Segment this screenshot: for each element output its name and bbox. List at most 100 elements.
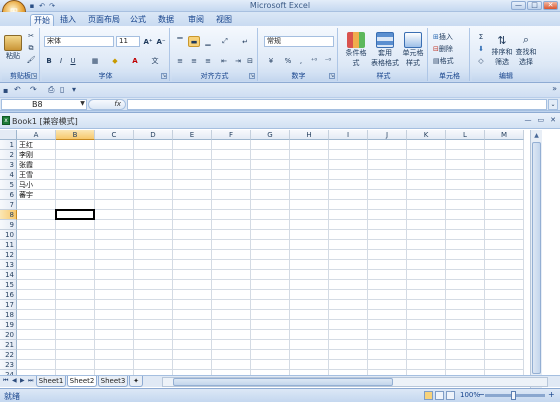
clipboard-launcher-icon[interactable]: ↘	[31, 73, 37, 79]
phonetic-button[interactable]: 文	[148, 55, 162, 66]
row-header-18[interactable]: 18	[0, 310, 17, 320]
column-header-c[interactable]: C	[95, 130, 134, 140]
print-preview-icon[interactable]: ⎙	[48, 85, 54, 95]
align-center-icon[interactable]: ≡	[188, 55, 200, 66]
find-select-button[interactable]: ⌕ 查找和 选择	[514, 30, 538, 70]
row-header-5[interactable]: 5	[0, 180, 17, 190]
fill-icon[interactable]: ⬇	[474, 43, 488, 54]
column-header-g[interactable]: G	[251, 130, 290, 140]
row-header-13[interactable]: 13	[0, 260, 17, 270]
border-icon[interactable]: ▦	[88, 55, 102, 66]
sheet-tab-1[interactable]: Sheet1	[36, 376, 66, 387]
save-toolbar-icon[interactable]: ▪	[3, 86, 8, 95]
redo-icon[interactable]: ↷	[48, 2, 56, 10]
formula-input[interactable]	[127, 99, 547, 110]
cell-styles-button[interactable]: 单元格 样式	[400, 30, 426, 70]
row-header-15[interactable]: 15	[0, 280, 17, 290]
tab-review[interactable]: 审阅	[186, 14, 206, 26]
number-format-select[interactable]: 常规	[264, 36, 334, 47]
tab-view[interactable]: 视图	[214, 14, 234, 26]
customize-toolbar-icon[interactable]: ▾	[72, 85, 76, 94]
select-all-corner[interactable]	[0, 130, 17, 140]
column-header-m[interactable]: M	[485, 130, 524, 140]
column-header-i[interactable]: I	[329, 130, 368, 140]
delete-cells-button[interactable]: ⊟ 删除	[432, 43, 468, 54]
align-right-icon[interactable]: ≡	[202, 55, 214, 66]
page-break-view-icon[interactable]	[446, 391, 455, 400]
insert-cells-button[interactable]: ⊞ 插入	[432, 31, 468, 42]
paste-button[interactable]: 粘贴	[4, 30, 22, 66]
cut-icon[interactable]: ✂	[26, 31, 36, 41]
font-name-select[interactable]: 宋体	[44, 36, 114, 47]
row-header-1[interactable]: 1	[0, 140, 17, 150]
column-header-h[interactable]: H	[290, 130, 329, 140]
number-launcher-icon[interactable]: ↘	[329, 73, 335, 79]
zoom-in-icon[interactable]: +	[548, 390, 555, 399]
conditional-format-button[interactable]: 条件格式	[342, 30, 370, 70]
column-header-b[interactable]: B	[56, 130, 95, 140]
redo-toolbar-icon[interactable]: ↷	[30, 85, 37, 94]
column-header-j[interactable]: J	[368, 130, 407, 140]
insert-function-button[interactable]: fx	[88, 99, 126, 110]
new-file-icon[interactable]: ▯	[60, 85, 64, 94]
insert-sheet-icon[interactable]: ✦	[129, 376, 143, 387]
cell-a2[interactable]: 李刚	[17, 150, 56, 160]
column-header-f[interactable]: F	[212, 130, 251, 140]
row-header-10[interactable]: 10	[0, 230, 17, 240]
row-header-2[interactable]: 2	[0, 150, 17, 160]
close-button[interactable]: ✕	[543, 1, 558, 10]
row-header-23[interactable]: 23	[0, 360, 17, 370]
tab-formulas[interactable]: 公式	[128, 14, 148, 26]
orientation-icon[interactable]: ⤢	[218, 36, 232, 47]
row-header-11[interactable]: 11	[0, 240, 17, 250]
undo-icon[interactable]: ↶	[38, 2, 46, 10]
row-header-9[interactable]: 9	[0, 220, 17, 230]
align-top-icon[interactable]: ▔	[174, 36, 186, 47]
zoom-slider-handle[interactable]	[511, 391, 516, 400]
column-header-l[interactable]: L	[446, 130, 485, 140]
row-header-6[interactable]: 6	[0, 190, 17, 200]
zoom-level[interactable]: 100%	[460, 391, 480, 399]
tab-insert[interactable]: 插入	[58, 14, 78, 26]
currency-icon[interactable]: ¥	[264, 55, 278, 66]
maximize-button[interactable]: □	[527, 1, 542, 10]
row-header-7[interactable]: 7	[0, 200, 17, 210]
normal-view-icon[interactable]	[424, 391, 433, 400]
workbook-close-icon[interactable]: ✕	[550, 116, 556, 124]
copy-icon[interactable]: ⧉	[26, 43, 36, 53]
undo-toolbar-icon[interactable]: ↶	[14, 85, 21, 94]
format-painter-icon[interactable]: 🖌	[26, 55, 36, 65]
row-header-19[interactable]: 19	[0, 320, 17, 330]
grow-font-button[interactable]: A⁺	[142, 36, 154, 47]
name-box-dropdown-icon[interactable]: ▼	[78, 99, 87, 110]
minimize-button[interactable]: —	[511, 1, 526, 10]
percent-button[interactable]: %	[282, 55, 294, 66]
workbook-minimize-icon[interactable]: —	[525, 116, 532, 124]
row-header-4[interactable]: 4	[0, 170, 17, 180]
active-cell-selection[interactable]	[55, 209, 95, 220]
tab-data[interactable]: 数据	[156, 14, 176, 26]
row-header-3[interactable]: 3	[0, 160, 17, 170]
column-header-a[interactable]: A	[17, 130, 56, 140]
row-header-14[interactable]: 14	[0, 270, 17, 280]
sheet-nav-prev-icon[interactable]: ◀	[12, 377, 17, 384]
align-bottom-icon[interactable]: ▁	[202, 36, 214, 47]
fill-color-icon[interactable]: ◆	[108, 55, 122, 66]
zoom-out-icon[interactable]: −	[478, 390, 485, 399]
font-size-select[interactable]: 11	[116, 36, 140, 47]
sheet-tab-3[interactable]: Sheet3	[98, 376, 128, 387]
shrink-font-button[interactable]: A⁻	[155, 36, 167, 47]
increase-decimal-icon[interactable]: ⁺⁰	[308, 55, 320, 66]
workbook-restore-icon[interactable]: ▭	[538, 116, 545, 124]
column-header-d[interactable]: D	[134, 130, 173, 140]
sheet-nav-last-icon[interactable]: ⏭	[28, 377, 33, 385]
autosum-icon[interactable]: Σ	[474, 31, 488, 42]
spreadsheet-grid[interactable]: A B C D E F G H I J K L M 1 2 3 4 5 6 7 8 9 10 11 12 13 14 15 16 17 18…	[0, 130, 530, 388]
sheet-nav-first-icon[interactable]: ⏮	[3, 377, 8, 385]
save-icon[interactable]: ▪	[28, 2, 36, 10]
name-box[interactable]: B8	[1, 99, 87, 110]
row-header-12[interactable]: 12	[0, 250, 17, 260]
cell-a3[interactable]: 张霞	[17, 160, 56, 170]
wrap-text-icon[interactable]: ↵	[238, 36, 252, 47]
scroll-up-icon[interactable]: ▲	[532, 131, 541, 141]
